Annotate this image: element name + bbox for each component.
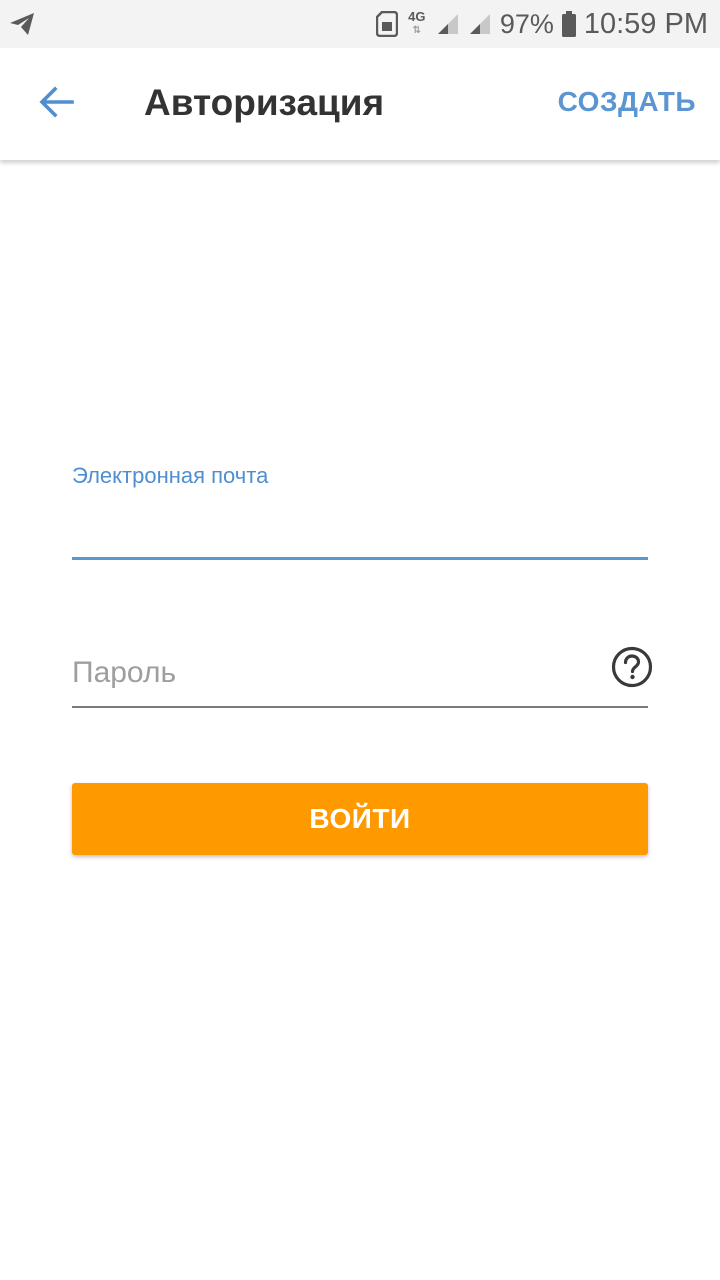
question-circle-icon[interactable]: [610, 645, 654, 689]
clock: 10:59 PM: [583, 7, 708, 40]
signal-icon: [468, 12, 492, 36]
login-button[interactable]: ВОЙТИ: [72, 783, 648, 855]
network-type-text: 4G: [408, 9, 426, 24]
status-icons: 4G ⇅ 97% 10:59 PM: [375, 0, 708, 48]
back-button[interactable]: [28, 78, 84, 130]
sim-card-icon: [375, 10, 399, 38]
arrow-left-icon: [38, 85, 74, 123]
page-title: Авторизация: [144, 82, 385, 123]
email-field[interactable]: [72, 500, 648, 560]
signal-icon: [436, 12, 460, 36]
network-type-indicator: 4G ⇅: [406, 9, 428, 37]
battery-percent: 97%: [499, 8, 554, 39]
create-account-button[interactable]: СОЗДАТЬ: [558, 86, 696, 118]
network-arrows-icon: ⇅: [412, 25, 421, 36]
app-bar: Авторизация СОЗДАТЬ: [0, 48, 720, 160]
telegram-send-icon: [8, 10, 36, 38]
email-label: Электронная почта: [72, 463, 269, 488]
password-field[interactable]: [72, 640, 648, 708]
battery-icon: [561, 11, 576, 37]
status-bar: 4G ⇅ 97% 10:59 PM: [0, 0, 720, 48]
